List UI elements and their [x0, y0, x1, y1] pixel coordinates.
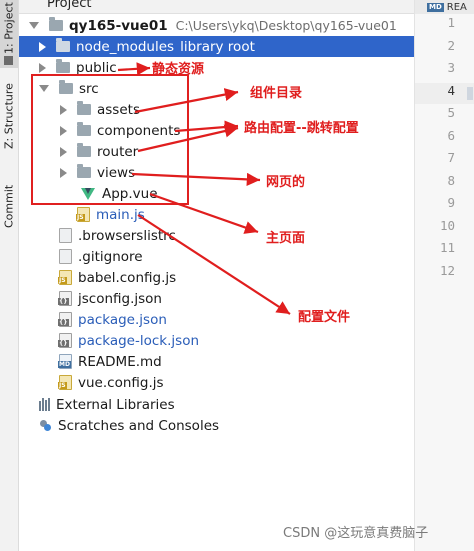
arrow-to-main-page	[149, 192, 259, 234]
annotation-component-dir: 组件目录	[250, 86, 303, 101]
arrow-to-component-dir	[134, 88, 239, 114]
arrow-to-router-config-2	[137, 124, 239, 153]
annotation-main-page: 主页面	[266, 231, 306, 246]
arrow-to-static-resources	[117, 62, 151, 76]
arrow-to-web-pages	[131, 172, 261, 186]
annotation-static-resources: 静态资源	[152, 62, 205, 77]
annotation-web-pages: 网页的	[266, 175, 306, 190]
watermark: CSDN @这玩意真费脑子	[283, 526, 429, 541]
annotation-arrows	[117, 62, 291, 315]
annotation-config-files: 配置文件	[298, 310, 351, 325]
annotation-router-config: 路由配置--跳转配置	[244, 121, 359, 136]
